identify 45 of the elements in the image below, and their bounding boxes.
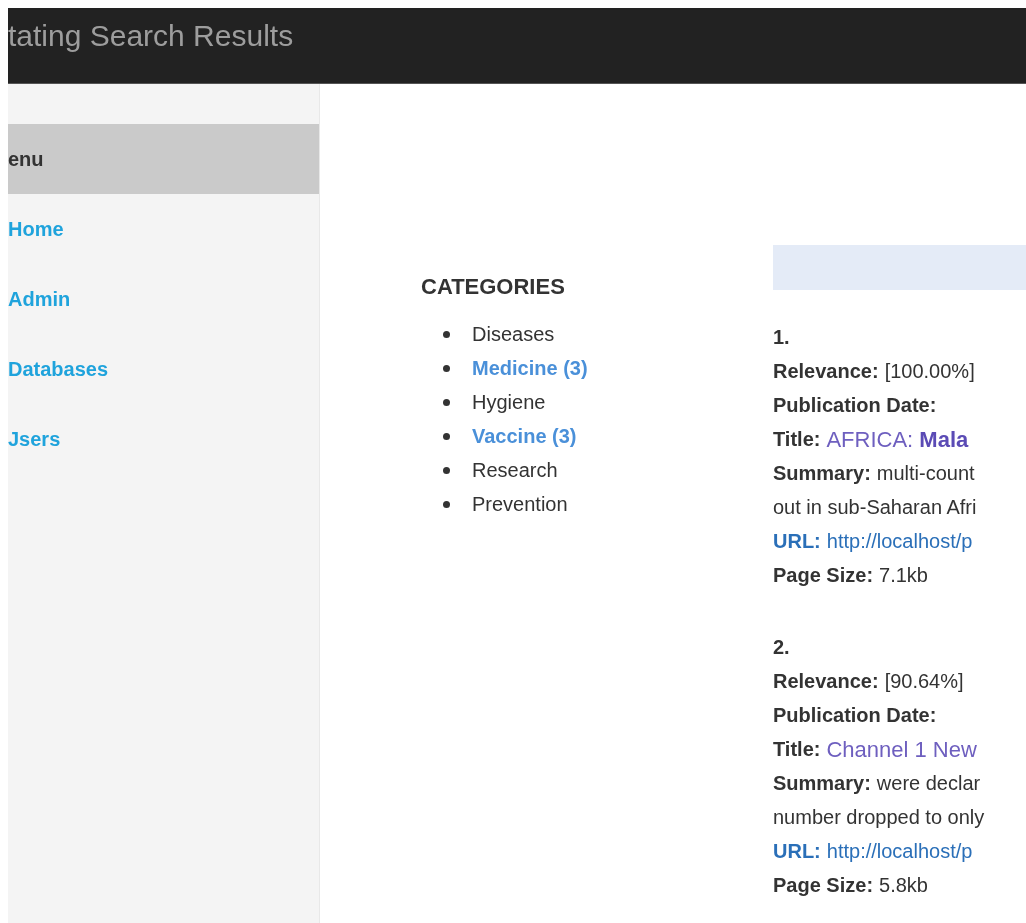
field-label: Publication Date: [773, 393, 937, 418]
page-title: tating Search Results [8, 21, 294, 51]
field-label: URL: [773, 529, 821, 554]
result-number: 2. [773, 635, 790, 660]
bullet-icon [443, 330, 450, 338]
sidebar-link[interactable]: Admin [8, 264, 319, 334]
bullet-icon [443, 364, 450, 372]
summary-text: were declar [876, 771, 981, 796]
field-label: Summary: [773, 461, 871, 486]
sidebar-link[interactable]: Home [8, 194, 319, 264]
result-title-link[interactable]: Channel 1 New [826, 732, 977, 766]
field-label: Publication Date: [773, 703, 937, 728]
category-label: Diseases [472, 322, 555, 347]
category-label: Research [472, 458, 558, 483]
field-label: URL: [773, 839, 821, 864]
result-title-link[interactable]: AFRICA: Mala [826, 422, 969, 456]
summary-text: multi-count [876, 461, 975, 486]
field-label: Title: [773, 737, 821, 762]
sidebar-link[interactable]: Databases [8, 334, 319, 404]
relevance-value: [100.00%] [884, 359, 975, 384]
category-label: Hygiene [472, 390, 546, 415]
field-label: Relevance: [773, 669, 879, 694]
field-label: Summary: [773, 771, 871, 796]
field-label: Title: [773, 427, 821, 452]
result-number: 1. [773, 325, 790, 350]
sidebar-link[interactable]: Jsers [8, 404, 319, 474]
result-url-link[interactable]: http://localhost/p [826, 526, 973, 556]
page-size-value: 7.1kb [879, 563, 928, 588]
categories-heading: CATEGORIES [421, 273, 566, 301]
field-label: Page Size: [773, 873, 874, 898]
category-link[interactable]: Medicine (3) [472, 353, 588, 383]
category-label: Prevention [472, 492, 568, 517]
relevance-value: [90.64%] [884, 669, 964, 694]
result-url-link[interactable]: http://localhost/p [826, 836, 973, 866]
summary-text: number dropped to only [773, 805, 985, 830]
bullet-icon [443, 432, 450, 440]
page-size-value: 5.8kb [879, 873, 928, 898]
field-label: Relevance: [773, 359, 879, 384]
category-link[interactable]: Vaccine (3) [472, 421, 577, 451]
field-label: Page Size: [773, 563, 874, 588]
bullet-icon [443, 398, 450, 406]
bullet-icon [443, 466, 450, 474]
bullet-icon [443, 500, 450, 508]
summary-text: out in sub-Saharan Afri [773, 495, 977, 520]
menu-heading: enu [8, 124, 319, 194]
